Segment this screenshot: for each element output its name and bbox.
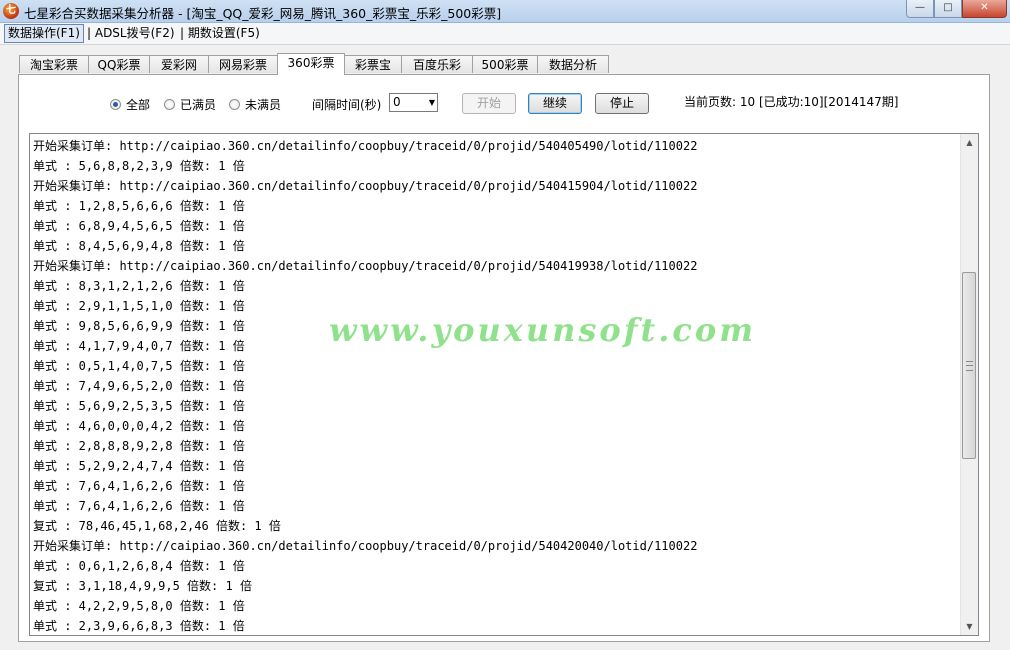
start-button[interactable]: 开始	[462, 93, 516, 114]
tab-analysis[interactable]: 数据分析	[537, 55, 609, 73]
log-line: 开始采集订单: http://caipiao.360.cn/detailinfo…	[33, 139, 698, 153]
log-line: 复式 : 78,46,45,1,68,2,46 倍数: 1 倍	[33, 519, 281, 533]
log-line: 单式 : 5,2,9,2,4,7,4 倍数: 1 倍	[33, 459, 245, 473]
tab-500[interactable]: 500彩票	[472, 55, 538, 73]
log-output[interactable]: 开始采集订单: http://caipiao.360.cn/detailinfo…	[29, 133, 979, 636]
radio-full-label: 已满员	[180, 97, 217, 112]
menu-period-settings[interactable]: | 期数设置(F5)	[177, 25, 263, 42]
log-line: 单式 : 7,6,4,1,6,2,6 倍数: 1 倍	[33, 479, 245, 493]
tab-360[interactable]: 360彩票	[277, 53, 345, 75]
tab-caipiaobao[interactable]: 彩票宝	[344, 55, 402, 73]
interval-value: 0	[393, 95, 401, 109]
window-controls: — □ ✕	[906, 0, 1007, 18]
tab-taobao[interactable]: 淘宝彩票	[19, 55, 89, 73]
log-lines: 开始采集订单: http://caipiao.360.cn/detailinfo…	[33, 136, 958, 635]
log-line: 单式 : 2,3,9,6,6,8,3 倍数: 1 倍	[33, 619, 245, 633]
tab-aicai[interactable]: 爱彩网	[149, 55, 209, 73]
log-line: 单式 : 8,3,1,2,1,2,6 倍数: 1 倍	[33, 279, 245, 293]
menu-bar: 数据操作(F1) | ADSL拨号(F2) | 期数设置(F5)	[0, 23, 1010, 45]
log-line: 单式 : 0,5,1,4,0,7,5 倍数: 1 倍	[33, 359, 245, 373]
scroll-thumb[interactable]	[962, 272, 976, 459]
scroll-up-icon[interactable]: ▲	[961, 134, 978, 151]
radio-not-full-label: 未满员	[245, 97, 282, 112]
log-line: 单式 : 2,8,8,8,9,2,8 倍数: 1 倍	[33, 439, 245, 453]
page-status: 当前页数: 10 [已成功:10][2014147期]	[684, 95, 899, 109]
log-line: 单式 : 8,4,5,6,9,4,8 倍数: 1 倍	[33, 239, 245, 253]
tab-qq[interactable]: QQ彩票	[88, 55, 150, 73]
log-line: 单式 : 4,6,0,0,0,4,2 倍数: 1 倍	[33, 419, 245, 433]
log-line: 开始采集订单: http://caipiao.360.cn/detailinfo…	[33, 259, 698, 273]
log-line: 单式 : 7,6,4,1,6,2,6 倍数: 1 倍	[33, 499, 245, 513]
close-button[interactable]: ✕	[962, 0, 1007, 18]
log-line: 单式 : 4,2,2,9,5,8,0 倍数: 1 倍	[33, 599, 245, 613]
stop-button[interactable]: 停止	[595, 93, 649, 114]
radio-all-label: 全部	[126, 97, 151, 112]
menu-data-ops[interactable]: 数据操作(F1)	[4, 24, 84, 43]
log-line: 单式 : 1,2,8,5,6,6,6 倍数: 1 倍	[33, 199, 245, 213]
log-line: 开始采集订单: http://caipiao.360.cn/detailinfo…	[33, 179, 698, 193]
scroll-down-icon[interactable]: ▼	[961, 618, 978, 635]
radio-dot	[229, 98, 240, 110]
interval-select[interactable]: 0 ▼	[389, 93, 438, 112]
dropdown-arrow-icon: ▼	[428, 98, 435, 107]
window-title: 七星彩合买数据采集分析器 - [淘宝_QQ_爱彩_网易_腾讯_360_彩票宝_乐…	[24, 6, 502, 21]
vertical-scrollbar[interactable]: ▲ ▼	[960, 134, 978, 635]
radio-full[interactable]: 已满员	[164, 96, 216, 112]
grip-icon	[966, 361, 973, 371]
radio-dot	[164, 98, 175, 110]
watermark: www.youxunsoft.com	[329, 311, 757, 349]
radio-all[interactable]: 全部	[110, 96, 150, 112]
continue-button[interactable]: 继续	[528, 93, 582, 114]
log-line: 开始采集订单: http://caipiao.360.cn/detailinfo…	[33, 539, 698, 553]
log-line: 单式 : 7,4,9,6,5,2,0 倍数: 1 倍	[33, 379, 245, 393]
log-line: 单式 : 5,6,8,8,2,3,9 倍数: 1 倍	[33, 159, 245, 173]
radio-dot-checked	[110, 98, 121, 110]
tab-baidu[interactable]: 百度乐彩	[401, 55, 473, 73]
title-bar: 七 七星彩合买数据采集分析器 - [淘宝_QQ_爱彩_网易_腾讯_360_彩票宝…	[0, 0, 1010, 23]
log-line: 单式 : 5,6,9,2,5,3,5 倍数: 1 倍	[33, 399, 245, 413]
tab-netease[interactable]: 网易彩票	[208, 55, 278, 73]
maximize-button[interactable]: □	[934, 0, 962, 18]
log-line: 单式 : 6,8,9,4,5,6,5 倍数: 1 倍	[33, 219, 245, 233]
app-icon: 七	[3, 3, 19, 19]
interval-label: 间隔时间(秒)	[312, 98, 382, 112]
menu-adsl[interactable]: | ADSL拨号(F2)	[84, 25, 178, 42]
log-line: 单式 : 0,6,1,2,6,8,4 倍数: 1 倍	[33, 559, 245, 573]
log-line: 复式 : 3,1,18,4,9,9,5 倍数: 1 倍	[33, 579, 252, 593]
minimize-button[interactable]: —	[906, 0, 934, 18]
radio-not-full[interactable]: 未满员	[229, 96, 281, 112]
